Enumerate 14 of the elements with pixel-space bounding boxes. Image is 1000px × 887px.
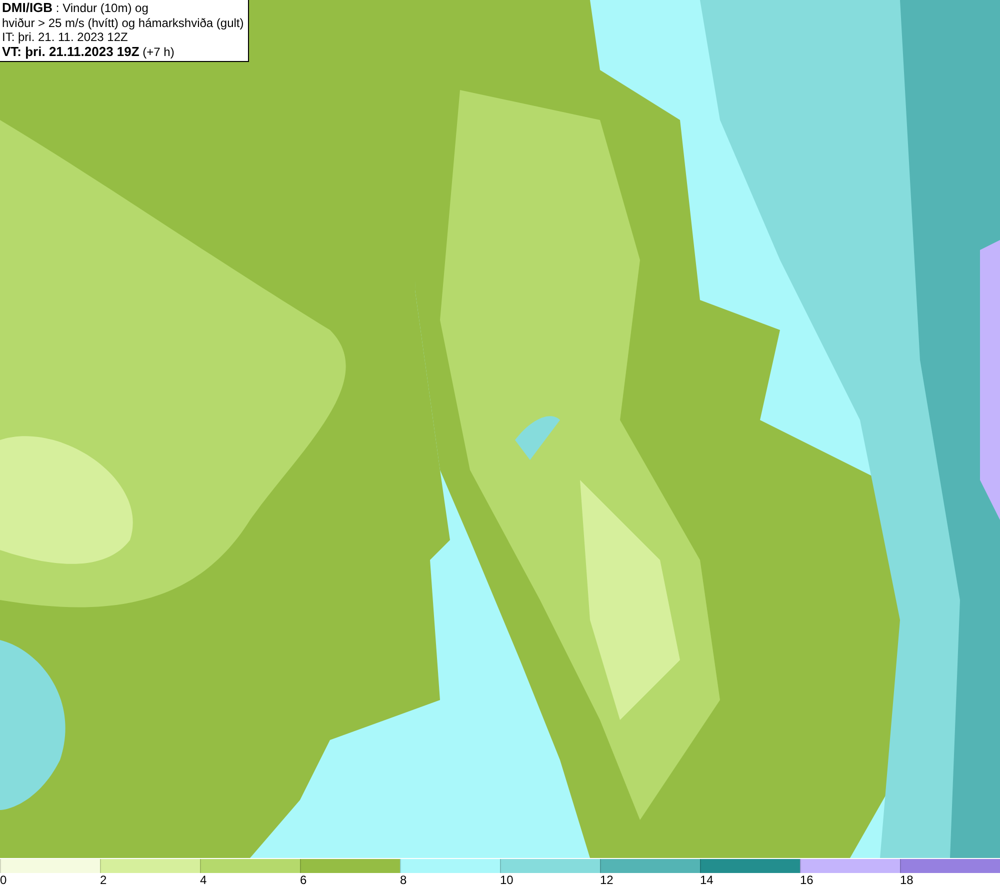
caption-line: IT: þri. 21. 11. 2023 12Z bbox=[2, 30, 129, 44]
legend-label: 18 bbox=[900, 873, 914, 887]
caption-line: VT: þri. 21.11.2023 19Z (+7 h) bbox=[2, 44, 176, 59]
legend-label: 16 bbox=[800, 873, 814, 887]
legend-label: 10 bbox=[500, 873, 514, 887]
legend-label: 8 bbox=[400, 873, 407, 887]
legend-label: 2 bbox=[100, 873, 107, 887]
legend-label: 6 bbox=[300, 873, 307, 887]
legend-label: 12 bbox=[600, 873, 614, 887]
caption-line: DMI/IGB : Vindur (10m) og bbox=[2, 1, 150, 16]
caption-line: hviður > 25 m/s (hvítt) og hámarkshviða (gult) bbox=[2, 16, 244, 30]
legend-label: 0 bbox=[0, 873, 7, 887]
legend-label: 4 bbox=[200, 873, 207, 887]
legend-label: 14 bbox=[700, 873, 714, 887]
